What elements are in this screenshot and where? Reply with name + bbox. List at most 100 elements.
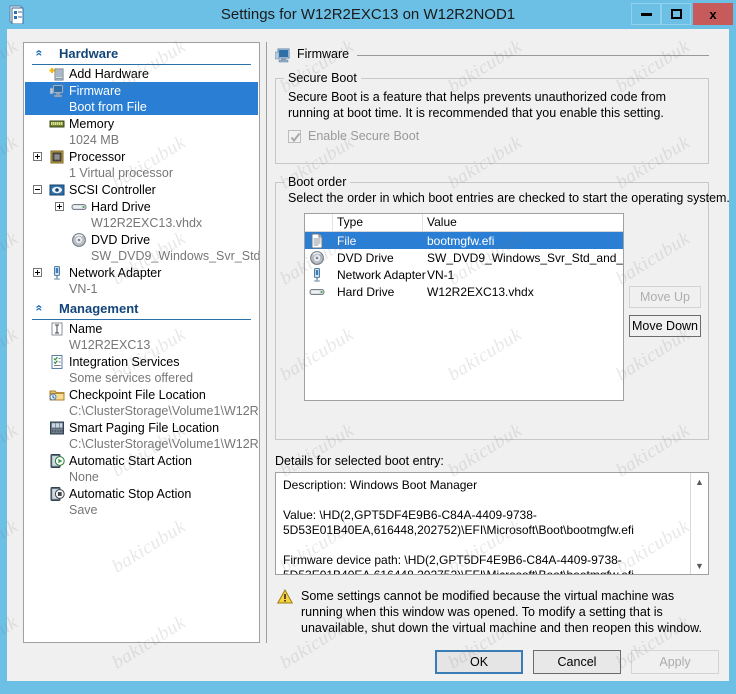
warning-text: Some settings cannot be modified because… (301, 589, 702, 635)
sidebar-item-label: SCSI Controller (69, 183, 156, 197)
add-hardware-icon (49, 66, 65, 82)
processor-icon (49, 149, 65, 165)
sidebar-section-label: Hardware (59, 46, 119, 61)
boot-order-row[interactable]: DVD Drive SW_DVD9_Windows_Svr_Std_and_D..… (305, 249, 623, 266)
hard-drive-icon (309, 284, 325, 299)
minimize-icon (640, 12, 652, 16)
network-adapter-icon (49, 265, 65, 281)
sidebar-item-dvd-drive[interactable]: DVD Drive SW_DVD9_Windows_Svr_Std_... (25, 231, 260, 264)
close-button[interactable]: x (693, 3, 733, 25)
hard-drive-icon (71, 199, 87, 215)
scroll-down-icon[interactable]: ▼ (691, 557, 708, 574)
sidebar-item-sublabel: Some services offered (69, 371, 194, 385)
sidebar-item-smart-paging-file-location[interactable]: Smart Paging File Location C:\ClusterStor… (25, 419, 259, 452)
sidebar-item-label: Add Hardware (69, 67, 149, 81)
details-label: Details for selected boot entry: (275, 454, 444, 468)
sidebar-item-sublabel: C:\ClusterStorage\Volume1\W12R... (69, 404, 260, 418)
maximize-button[interactable] (661, 3, 691, 25)
expand-icon[interactable] (33, 268, 42, 277)
sidebar-item-label: DVD Drive (91, 233, 151, 247)
minimize-button[interactable] (631, 3, 661, 25)
sidebar-item-label: Hard Drive (91, 200, 151, 214)
chevron-up-icon[interactable]: « (32, 50, 46, 57)
sidebar-item-label: Name (69, 322, 103, 336)
title-bar: Settings for W12R2EXC13 on W12R2NOD1 x (0, 0, 736, 29)
sidebar-item-label: Firmware (69, 84, 122, 98)
sidebar-item-sublabel: None (69, 470, 99, 484)
boot-order-row[interactable]: Hard Drive W12R2EXC13.vhdx (305, 283, 623, 300)
checkpoint-folder-icon (49, 387, 65, 403)
apply-label: Apply (659, 655, 691, 669)
expand-icon[interactable] (55, 202, 64, 211)
sidebar-item-sublabel: W12R2EXC13.vhdx (91, 216, 203, 230)
sidebar-item-name[interactable]: Name W12R2EXC13 (25, 320, 258, 353)
sidebar-item-firmware[interactable]: Firmware Boot from File (25, 82, 258, 115)
sidebar-section-label: Management (59, 301, 139, 316)
sidebar-section-management[interactable]: « Management (32, 300, 251, 320)
scroll-up-icon[interactable]: ▲ (691, 473, 708, 490)
details-textbox[interactable]: Description: Windows Boot Manager Value:… (275, 472, 709, 575)
boot-order-row[interactable]: Network Adapter VN-1 (305, 266, 623, 283)
secure-boot-description: Secure Boot is a feature that helps prev… (288, 90, 667, 120)
firmware-page-title: Firmware (297, 47, 350, 61)
settings-dialog-window: Settings for W12R2EXC13 on W12R2NOD1 x «… (0, 0, 736, 694)
sidebar-item-memory[interactable]: Memory 1024 MB (25, 115, 258, 148)
content-panel: Firmware Secure Boot Secure Boot is a fe… (266, 42, 730, 643)
close-icon: x (709, 6, 717, 22)
details-text: Description: Windows Boot Manager Value:… (283, 478, 634, 575)
sidebar-item-sublabel: W12R2EXC13 (69, 338, 151, 352)
sidebar-item-label: Memory (69, 117, 115, 131)
sidebar-item-checkpoint-file-location[interactable]: Checkpoint File Location C:\ClusterStorag… (25, 386, 260, 419)
sidebar-item-add-hardware[interactable]: Add Hardware (25, 65, 258, 82)
sidebar-item-label: Checkpoint File Location (69, 388, 206, 402)
sidebar-item-sublabel: Boot from File (69, 100, 147, 114)
expand-icon[interactable] (33, 152, 42, 161)
window-title: Settings for W12R2EXC13 on W12R2NOD1 (220, 6, 516, 23)
boot-order-description: Select the order in which boot entries a… (288, 191, 730, 205)
sidebar-item-processor[interactable]: Processor 1 Virtual processor (25, 148, 258, 181)
file-icon (309, 233, 324, 249)
sidebar-item-sublabel: Save (69, 503, 98, 517)
dvd-drive-icon (71, 232, 87, 248)
move-up-label: Move Up (639, 290, 691, 304)
sidebar-section-hardware[interactable]: « Hardware (32, 45, 251, 65)
cancel-button[interactable]: Cancel (533, 650, 621, 674)
sidebar-item-sublabel: SW_DVD9_Windows_Svr_Std_... (91, 249, 260, 263)
boot-row-type: Network Adapter (337, 268, 426, 282)
chevron-up-icon[interactable]: « (32, 305, 46, 312)
sidebar-item-sublabel: VN-1 (69, 282, 98, 296)
sidebar-item-label: Integration Services (69, 355, 180, 369)
auto-start-icon (49, 453, 65, 469)
sidebar-item-scsi-controller[interactable]: SCSI Controller (25, 181, 258, 198)
smart-paging-icon (49, 420, 65, 436)
boot-order-list[interactable]: Type Value File bootmgfw.efi DVD Drive SW_DV… (304, 213, 624, 401)
dvd-drive-icon (309, 250, 324, 265)
sidebar-item-network-adapter[interactable]: Network Adapter VN-1 (25, 264, 258, 297)
sidebar-item-hard-drive[interactable]: Hard Drive W12R2EXC13.vhdx (25, 198, 258, 231)
boot-order-row[interactable]: File bootmgfw.efi (305, 232, 623, 249)
sidebar-item-automatic-stop-action[interactable]: Automatic Stop Action Save (25, 485, 258, 518)
move-up-button[interactable]: Move Up (629, 286, 701, 308)
settings-tree[interactable]: « Hardware Add Hardware Firmware Boot from F… (23, 42, 260, 643)
apply-button[interactable]: Apply (631, 650, 719, 674)
name-icon (49, 321, 65, 337)
boot-order-list-header: Type Value (305, 214, 623, 232)
sidebar-item-automatic-start-action[interactable]: Automatic Start Action None (25, 452, 258, 485)
details-scrollbar[interactable]: ▲ ▼ (690, 473, 708, 574)
dialog-body: « Hardware Add Hardware Firmware Boot from F… (7, 29, 730, 681)
move-down-label: Move Down (632, 319, 698, 333)
sidebar-item-sublabel: 1 Virtual processor (69, 166, 173, 180)
secure-boot-group: Secure Boot Secure Boot is a feature tha… (275, 71, 709, 164)
boot-row-value: SW_DVD9_Windows_Svr_Std_and_D... (427, 251, 624, 265)
ok-button[interactable]: OK (435, 650, 523, 674)
sidebar-item-label: Automatic Stop Action (69, 487, 192, 501)
auto-stop-icon (49, 486, 65, 502)
network-adapter-icon (309, 267, 324, 282)
sidebar-item-sublabel: 1024 MB (69, 133, 120, 147)
collapse-icon[interactable] (33, 185, 42, 194)
boot-order-group-title: Boot order (284, 175, 351, 189)
sidebar-item-integration-services[interactable]: Integration Services Some services offere… (25, 353, 258, 386)
warning-icon (276, 588, 294, 604)
sidebar-item-label: Automatic Start Action (69, 454, 192, 468)
move-down-button[interactable]: Move Down (629, 315, 701, 337)
